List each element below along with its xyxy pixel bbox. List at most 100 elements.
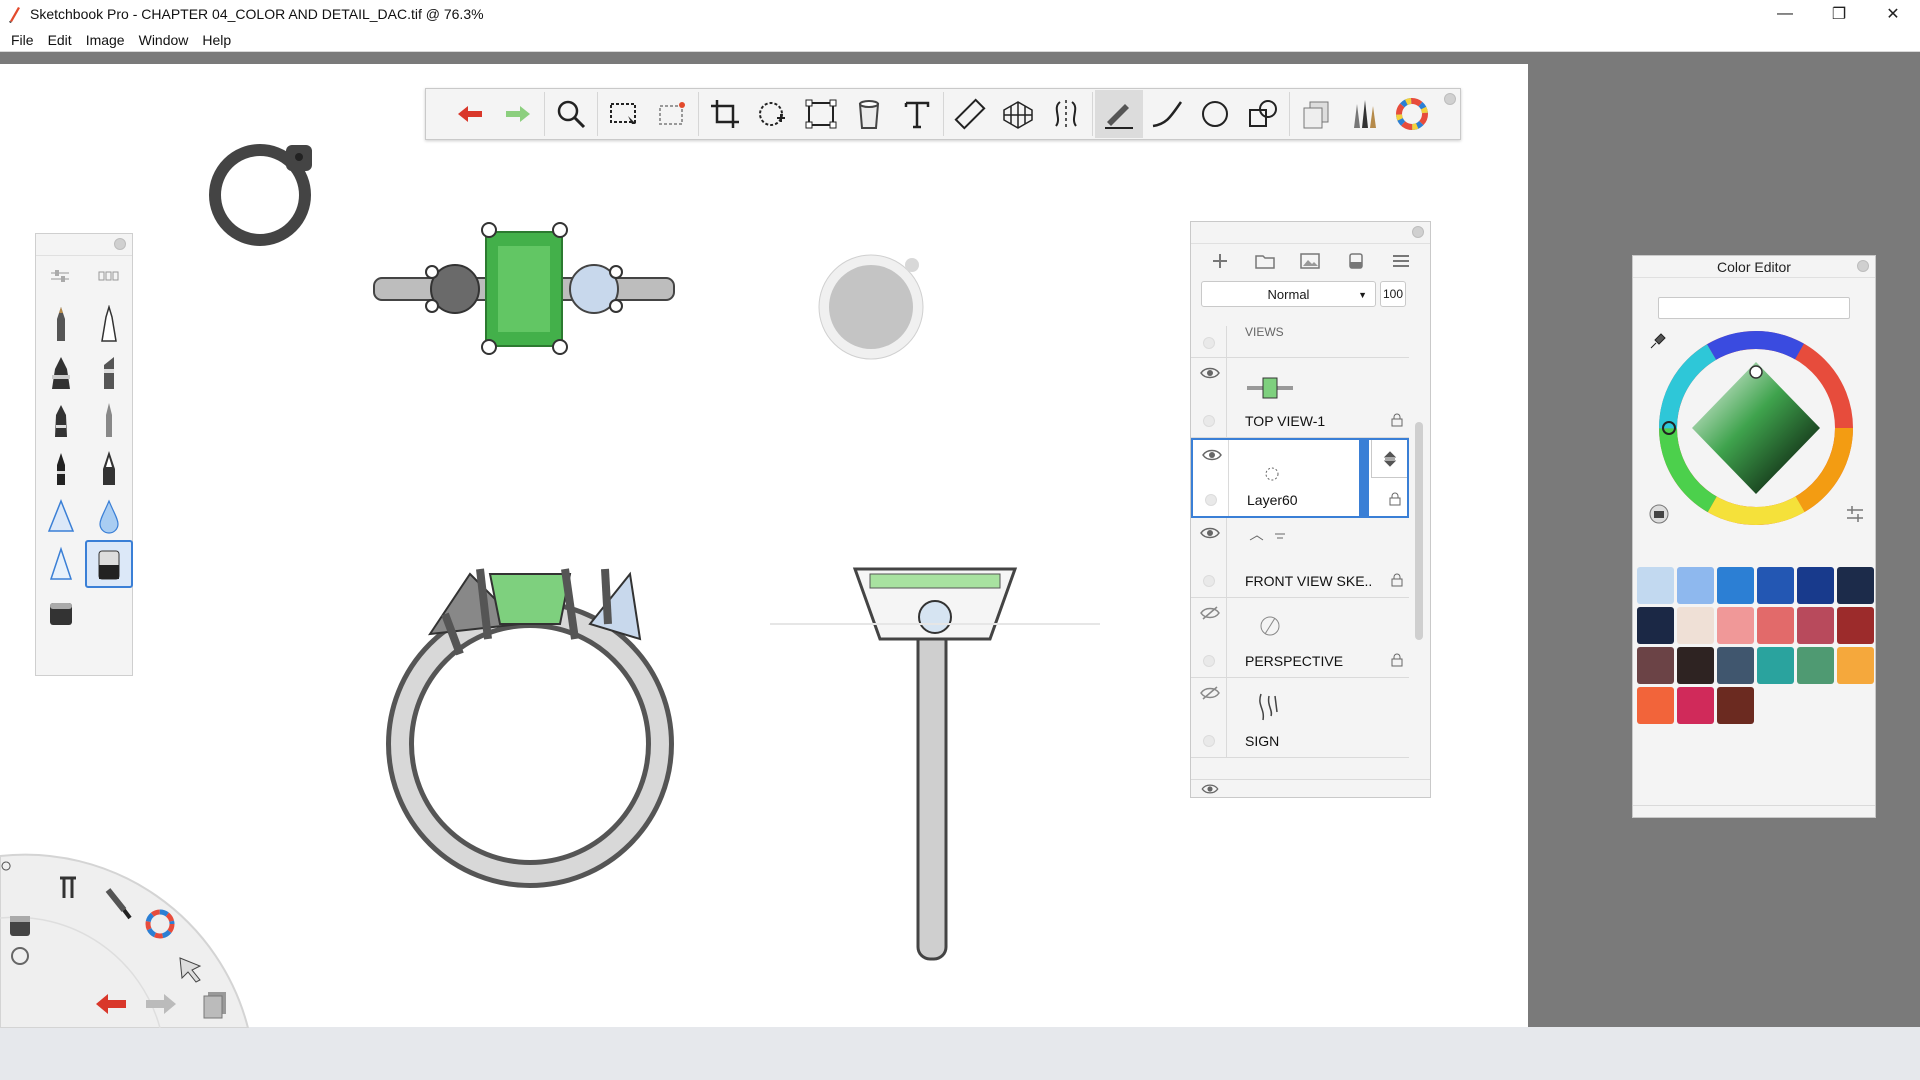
color-swatch[interactable] [1677, 647, 1714, 684]
color-swatch[interactable] [1717, 567, 1754, 604]
brush-puck[interactable] [206, 141, 314, 249]
ellipse-button[interactable] [1191, 90, 1239, 138]
color-sliders-icon[interactable] [1847, 506, 1863, 522]
curve-button[interactable] [1143, 90, 1191, 138]
brush-palette-grip[interactable] [114, 238, 126, 250]
layer-scrollbar[interactable] [1415, 422, 1423, 640]
redo-button[interactable] [494, 90, 542, 138]
layer-menu-button[interactable] [1389, 249, 1413, 273]
visibility-dot[interactable] [1203, 575, 1215, 587]
symmetry-button[interactable] [1042, 90, 1090, 138]
add-group-button[interactable] [1253, 249, 1277, 273]
visibility-dot[interactable] [1203, 415, 1215, 427]
brush-stroke-button[interactable] [1095, 90, 1143, 138]
add-layer-button[interactable] [1208, 249, 1232, 273]
color-swatch[interactable] [1717, 687, 1754, 724]
opacity-field[interactable]: 100 [1380, 281, 1406, 307]
brush-chisel-marker[interactable] [85, 348, 133, 396]
clear-layer-button[interactable] [1344, 249, 1368, 273]
minimize-button[interactable]: — [1758, 0, 1812, 28]
close-button[interactable]: ✕ [1866, 0, 1920, 28]
brush-ink-pen[interactable] [37, 444, 85, 492]
color-swatch[interactable] [1637, 567, 1674, 604]
color-swatch[interactable] [1797, 607, 1834, 644]
color-swatch[interactable] [1637, 607, 1674, 644]
shapes-button[interactable] [1239, 90, 1287, 138]
brush-palette-header[interactable] [36, 234, 132, 256]
crop-button[interactable] [701, 90, 749, 138]
visibility-dot[interactable] [1203, 735, 1215, 747]
lagoon-eraser-icon[interactable] [10, 916, 30, 936]
color-swatch[interactable] [1797, 567, 1834, 604]
layer-row-top-view[interactable]: TOP VIEW-1 [1191, 358, 1409, 438]
brush-hard-airbrush[interactable] [37, 540, 85, 588]
color-history-icon[interactable] [1649, 504, 1669, 524]
brush-technical-pen[interactable] [85, 300, 133, 348]
select-paste-button[interactable] [648, 90, 696, 138]
brush-pencil[interactable] [37, 300, 85, 348]
color-swatch[interactable] [1677, 607, 1714, 644]
eye-icon[interactable] [1200, 366, 1220, 380]
eye-icon[interactable] [1200, 783, 1220, 795]
menu-help[interactable]: Help [195, 32, 238, 48]
color-swatch[interactable] [1757, 647, 1794, 684]
eye-icon[interactable] [1200, 526, 1220, 540]
hex-color-input[interactable] [1658, 297, 1850, 319]
layer-row-views[interactable]: VIEWS [1191, 326, 1409, 358]
menu-image[interactable]: Image [79, 32, 132, 48]
add-image-button[interactable] [1298, 249, 1322, 273]
blend-mode-dropdown[interactable]: Normal ▼ [1201, 281, 1376, 307]
toolbar-grip[interactable] [1444, 93, 1456, 105]
transform-button[interactable] [749, 90, 797, 138]
layer-row-front-view[interactable]: FRONT VIEW SKE.. [1191, 518, 1409, 598]
visibility-dot[interactable] [1203, 337, 1215, 349]
brush-water-drop[interactable] [85, 492, 133, 540]
color-swatch[interactable] [1637, 687, 1674, 724]
layer-editor-grip[interactable] [1412, 226, 1424, 238]
lock-icon[interactable] [1391, 573, 1403, 587]
color-swatch[interactable] [1637, 647, 1674, 684]
color-editor-title[interactable]: Color Editor [1633, 256, 1875, 278]
select-button[interactable] [600, 90, 648, 138]
color-swatch[interactable] [1717, 647, 1754, 684]
layer-row-layer60[interactable]: Layer60 [1191, 438, 1409, 518]
lock-icon[interactable] [1391, 413, 1403, 427]
value-marker[interactable] [1749, 365, 1763, 379]
distort-button[interactable] [797, 90, 845, 138]
layer-editor-header[interactable] [1191, 222, 1430, 244]
color-swatch[interactable] [1717, 607, 1754, 644]
layer-row-sign[interactable]: SIGN [1191, 678, 1409, 758]
text-button[interactable] [893, 90, 941, 138]
menu-window[interactable]: Window [132, 32, 196, 48]
perspective-button[interactable] [994, 90, 1042, 138]
color-swatch[interactable] [1757, 567, 1794, 604]
brush-library-button[interactable] [1340, 90, 1388, 138]
brush-smudge-eraser[interactable] [37, 588, 85, 636]
saturation-diamond[interactable] [1692, 362, 1820, 494]
brush-airbrush[interactable] [37, 492, 85, 540]
fill-button[interactable] [845, 90, 893, 138]
eye-hidden-icon[interactable] [1200, 606, 1220, 620]
brush-fine-pencil[interactable] [85, 396, 133, 444]
undo-button[interactable] [446, 90, 494, 138]
visibility-dot[interactable] [1205, 494, 1217, 506]
brush-marker[interactable] [37, 348, 85, 396]
menu-file[interactable]: File [4, 32, 41, 48]
color-swatch[interactable] [1677, 687, 1714, 724]
color-swatch[interactable] [1837, 567, 1874, 604]
color-wheel-button[interactable] [1388, 90, 1436, 138]
color-puck[interactable] [817, 253, 925, 361]
restore-button[interactable]: ❐ [1812, 0, 1866, 28]
color-swatch[interactable] [1677, 567, 1714, 604]
eye-icon[interactable] [1202, 448, 1222, 462]
color-swatch[interactable] [1837, 647, 1874, 684]
brush-eraser[interactable] [85, 540, 133, 588]
visibility-dot[interactable] [1203, 655, 1215, 667]
lock-icon[interactable] [1391, 653, 1403, 667]
brush-settings-icon[interactable] [49, 268, 71, 284]
lock-icon[interactable] [1389, 492, 1401, 506]
color-swatch[interactable] [1797, 647, 1834, 684]
brush-felt-pen[interactable] [37, 396, 85, 444]
brush-library-icon[interactable] [97, 268, 119, 284]
layer-opacity-bar[interactable] [1359, 440, 1369, 516]
